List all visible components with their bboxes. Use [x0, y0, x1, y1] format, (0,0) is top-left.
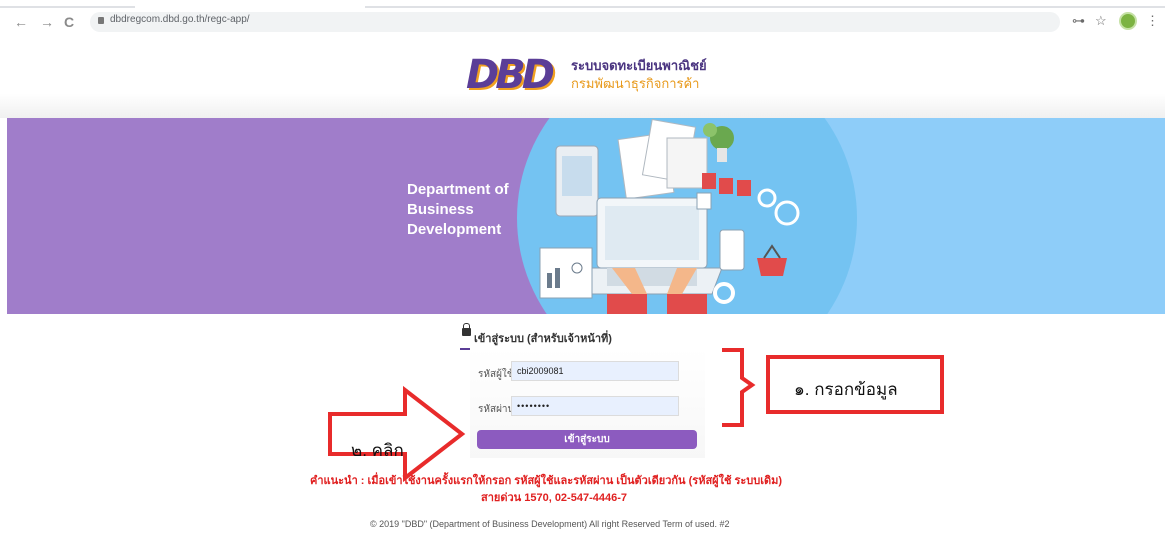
annotation-overlay — [328, 348, 756, 483]
arrow-annotation — [328, 385, 466, 483]
bracket-annotation — [722, 348, 756, 427]
step1-annotation: ๑. กรอกข้อมูล — [794, 380, 898, 399]
step2-annotation: ๒. คลิก — [351, 441, 404, 460]
